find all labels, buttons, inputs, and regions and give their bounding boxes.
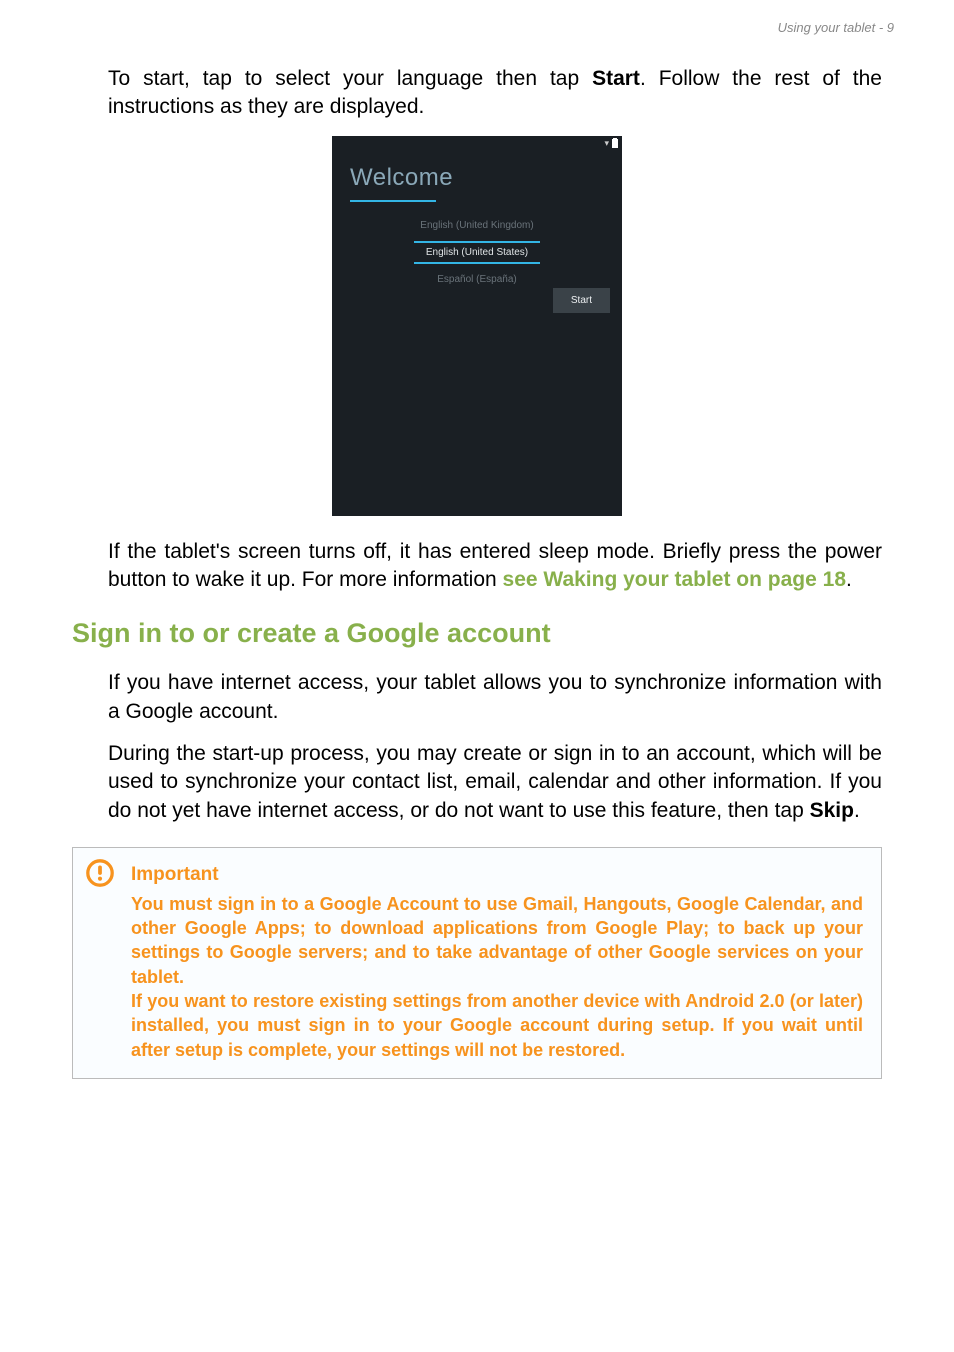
callout-body-1: You must sign in to a Google Account to … — [131, 892, 863, 989]
welcome-title: Welcome — [332, 150, 622, 200]
section-heading: Sign in to or create a Google account — [0, 608, 954, 669]
text: During the start-up process, you may cre… — [108, 742, 882, 822]
skip-word: Skip — [810, 799, 854, 822]
callout-title: Important — [131, 862, 863, 888]
sync-paragraph: If you have internet access, your tablet… — [108, 669, 882, 726]
screenshot-container: ▾ Welcome English (United Kingdom) Engli… — [0, 136, 954, 516]
title-underline — [350, 200, 436, 202]
language-option-selected[interactable]: English (United States) — [332, 237, 622, 268]
start-word: Start — [592, 67, 640, 90]
start-button[interactable]: Start — [553, 288, 610, 313]
see-waking-link[interactable]: see Waking your tablet on page 18 — [503, 568, 846, 591]
language-selected-label: English (United States) — [426, 243, 528, 262]
page-header: Using your tablet - 9 — [0, 0, 954, 65]
status-bar: ▾ — [332, 136, 622, 150]
intro-paragraph: To start, tap to select your language th… — [108, 65, 882, 122]
wifi-icon: ▾ — [604, 138, 609, 149]
text: . — [854, 799, 860, 822]
sleep-mode-paragraph: If the tablet's screen turns off, it has… — [108, 538, 882, 595]
important-icon — [85, 858, 115, 888]
callout-body-2: If you want to restore existing settings… — [131, 989, 863, 1062]
battery-icon — [612, 139, 618, 148]
language-list: English (United Kingdom) English (United… — [332, 214, 622, 291]
language-option-prev[interactable]: English (United Kingdom) — [332, 214, 622, 237]
welcome-screenshot: ▾ Welcome English (United Kingdom) Engli… — [332, 136, 622, 516]
text: . — [846, 568, 852, 591]
startup-paragraph: During the start-up process, you may cre… — [108, 740, 882, 825]
important-callout: Important You must sign in to a Google A… — [72, 847, 882, 1079]
text: To start, tap to select your language th… — [108, 67, 592, 90]
